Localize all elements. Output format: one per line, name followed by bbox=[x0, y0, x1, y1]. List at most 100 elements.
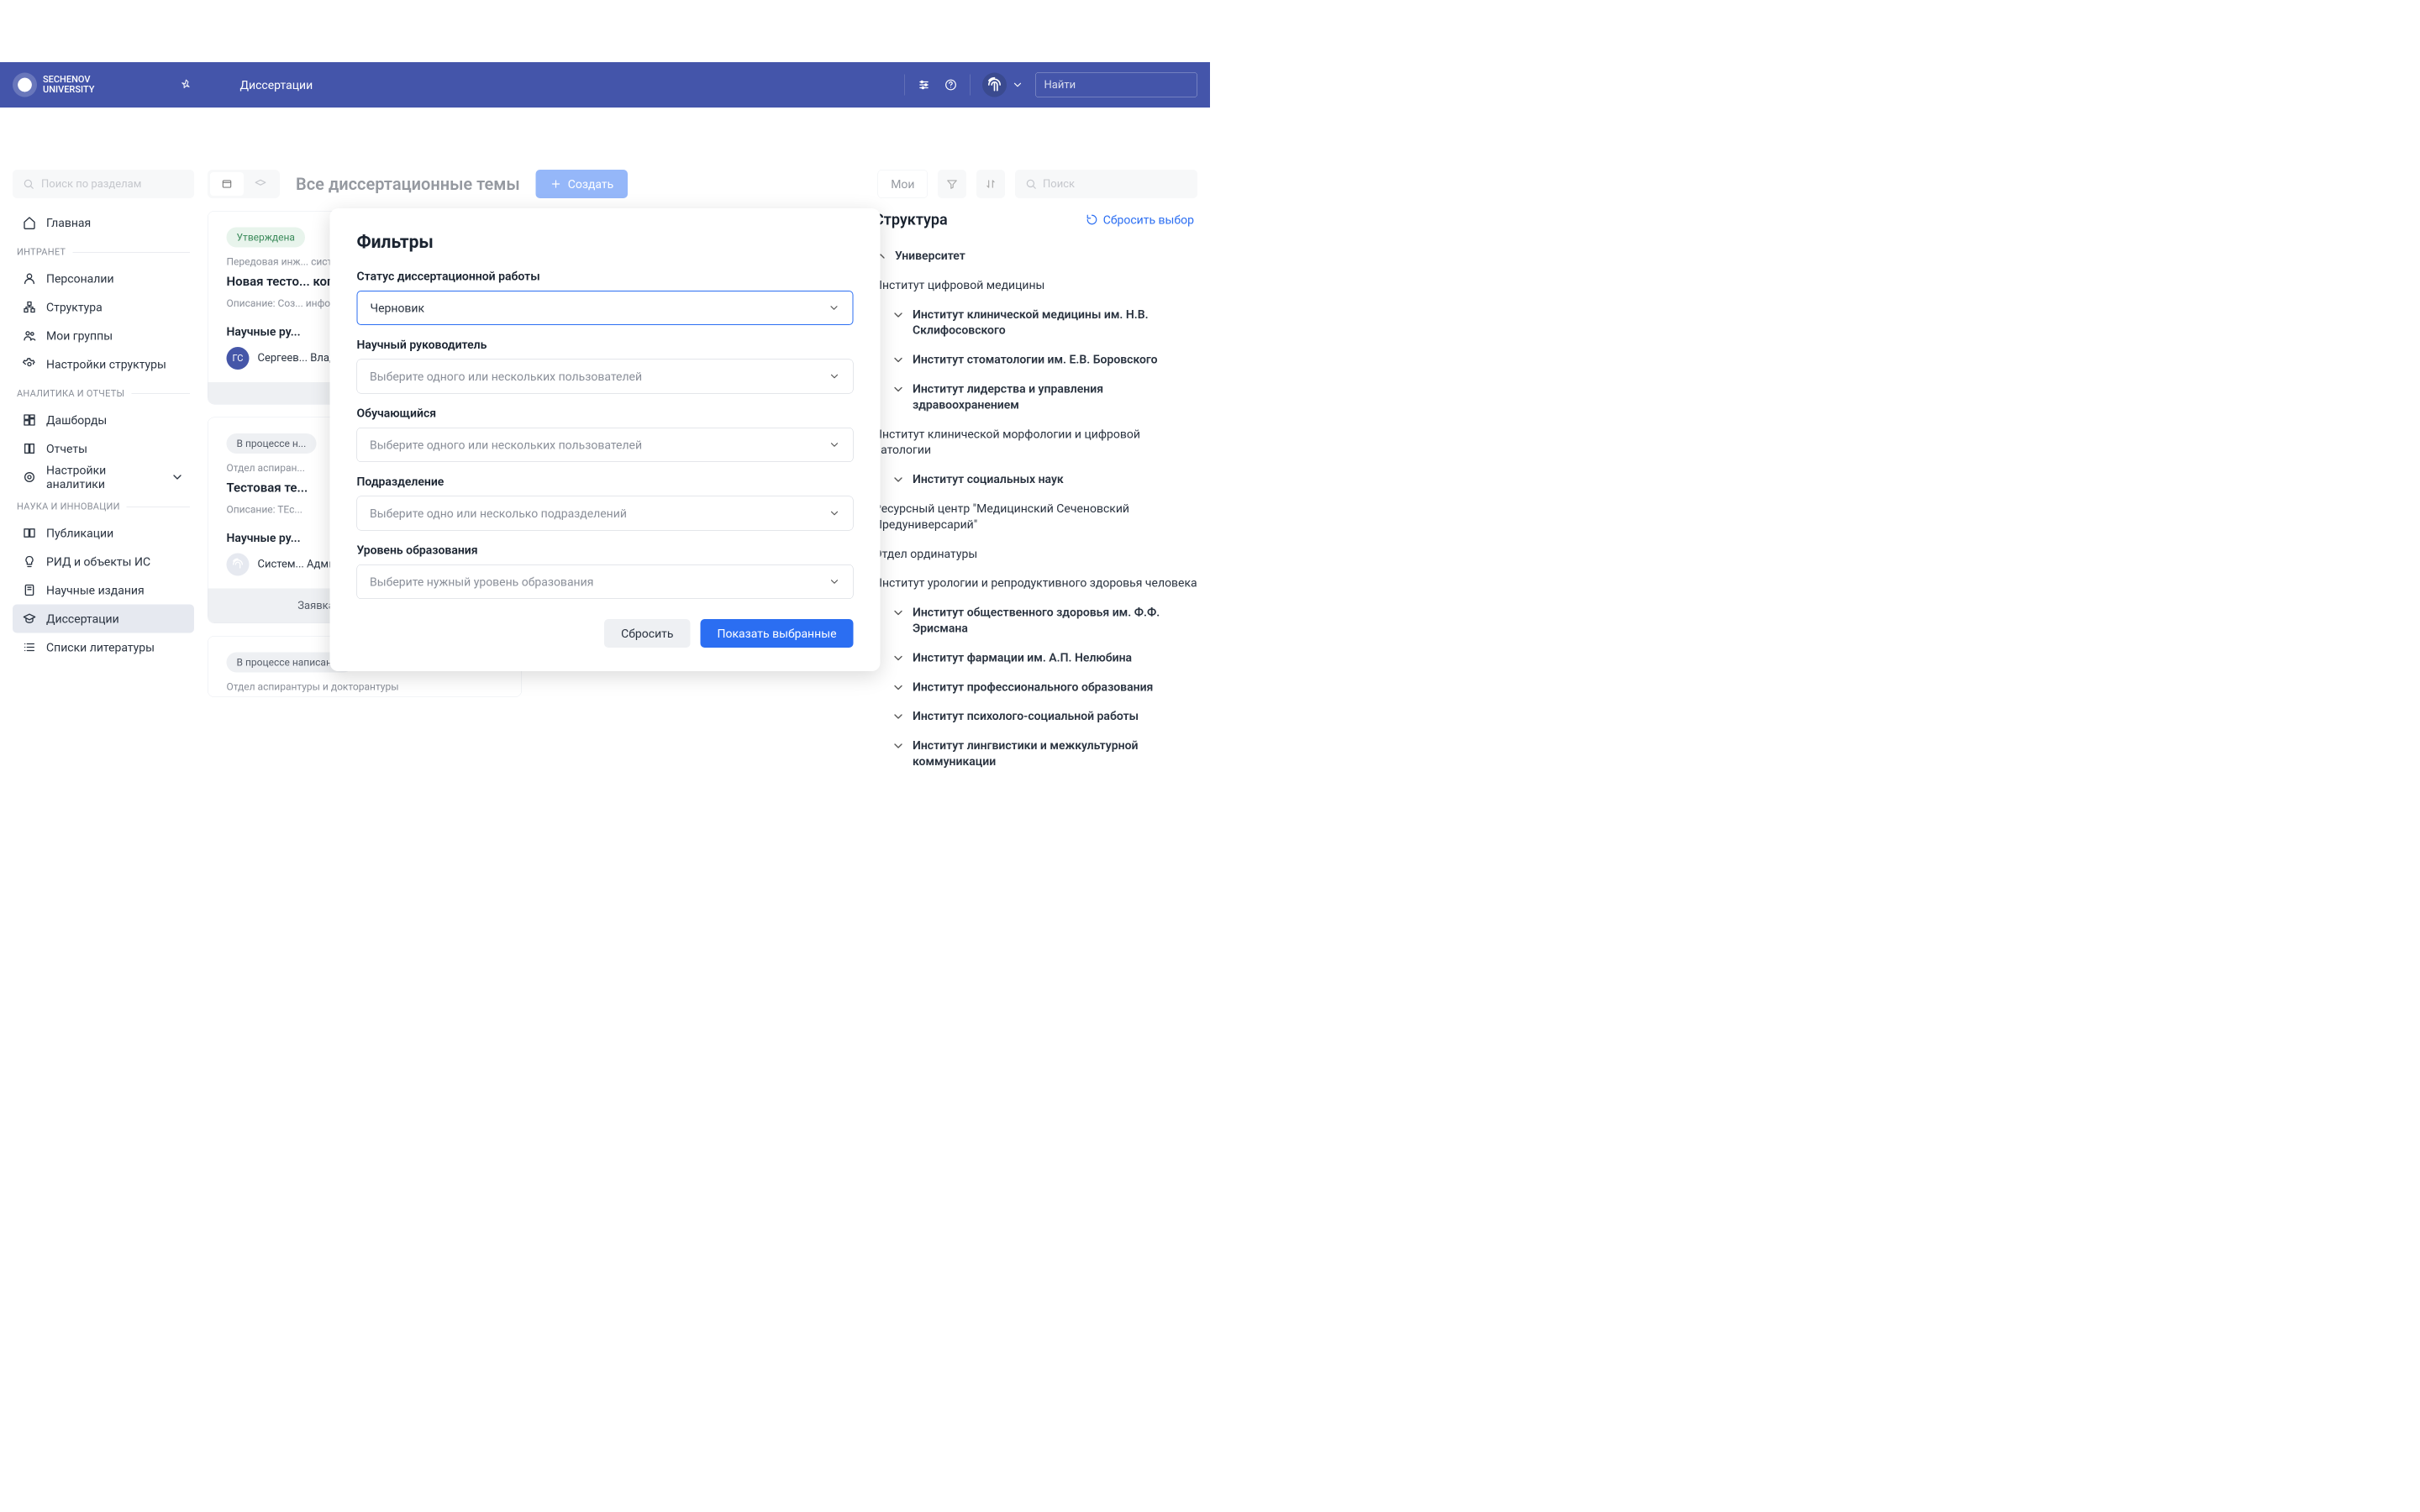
reset-selection-link[interactable]: Сбросить выбор bbox=[1086, 213, 1194, 227]
help-icon[interactable] bbox=[944, 77, 959, 92]
chevron-down-icon bbox=[892, 651, 905, 664]
status-select[interactable]: Черновик bbox=[357, 291, 854, 325]
sidebar-item-analytics-settings[interactable]: Настройки аналитики bbox=[13, 463, 194, 491]
sidebar-item-structure-settings[interactable]: Настройки структуры bbox=[13, 350, 194, 379]
tree-item[interactable]: Институт стоматологии им. Е.В. Боровског… bbox=[874, 345, 1197, 375]
tree-item[interactable]: Отдел ординатуры bbox=[874, 539, 1197, 569]
lightbulb-icon bbox=[23, 555, 36, 569]
tree-label: Институт лингвистики и межкультурной ком… bbox=[913, 738, 1197, 769]
student-select[interactable]: Выберите одного или нескольких пользоват… bbox=[357, 428, 854, 462]
tree-item[interactable]: Институт лингвистики и межкультурной ком… bbox=[874, 731, 1197, 776]
sidebar-item-label: Структура bbox=[46, 300, 103, 314]
dashboard-icon bbox=[23, 413, 36, 427]
chevron-down-icon bbox=[829, 507, 840, 519]
chevron-down-icon bbox=[829, 370, 840, 382]
tree-icon bbox=[23, 301, 36, 314]
tree-item[interactable]: Институт фармации им. А.П. Нелюбина bbox=[874, 643, 1197, 672]
sidebar-item-bib[interactable]: Списки литературы bbox=[13, 633, 194, 662]
sidebar-item-personas[interactable]: Персоналии bbox=[13, 265, 194, 293]
apply-filters-button[interactable]: Показать выбранные bbox=[701, 619, 854, 648]
select-placeholder: Выберите одно или несколько подразделени… bbox=[370, 507, 627, 521]
select-placeholder: Выберите одного или нескольких пользоват… bbox=[370, 438, 642, 452]
sidebar: Главная ИНТРАНЕТ Персоналии Структура Мо… bbox=[13, 170, 194, 662]
reset-icon bbox=[1086, 214, 1098, 226]
tree-item[interactable]: Институт цифровой медицины bbox=[874, 270, 1197, 300]
tree-item[interactable]: Институт урологии и репродуктивного здор… bbox=[874, 569, 1197, 598]
filter-label-student: Обучающийся bbox=[357, 407, 854, 421]
sidebar-item-home[interactable]: Главная bbox=[13, 208, 194, 237]
tree-item[interactable]: Институт клинической морфологии и цифров… bbox=[874, 419, 1197, 465]
select-value: Черновик bbox=[371, 301, 425, 315]
level-select[interactable]: Выберите нужный уровень образования bbox=[357, 564, 854, 599]
settings-sliders-icon[interactable] bbox=[917, 77, 932, 92]
tree-label: Институт урологии и репродуктивного здор… bbox=[874, 575, 1197, 591]
tree-item[interactable]: Институт психолого-социальной работы bbox=[874, 701, 1197, 731]
modal-title: Фильтры bbox=[357, 232, 854, 253]
structure-tree: УниверситетИнститут цифровой медицины Инс… bbox=[874, 241, 1197, 776]
chevron-down-icon bbox=[892, 382, 905, 396]
tree-item[interactable]: Институт лидерства и управления здравоох… bbox=[874, 374, 1197, 419]
modal-overlay[interactable]: Фильтры Статус диссертационной работы Че… bbox=[0, 124, 1210, 208]
supervisor-select[interactable]: Выберите одного или нескольких пользоват… bbox=[357, 360, 854, 394]
sidebar-item-dissertations[interactable]: Диссертации bbox=[13, 605, 194, 633]
sidebar-item-label: Главная bbox=[46, 216, 91, 230]
pin-icon[interactable] bbox=[178, 77, 193, 92]
sidebar-item-publications[interactable]: Публикации bbox=[13, 519, 194, 548]
chevron-down-icon bbox=[829, 302, 840, 314]
dept-select[interactable]: Выберите одно или несколько подразделени… bbox=[357, 496, 854, 531]
tree-label: Институт социальных наук bbox=[913, 471, 1064, 487]
sidebar-item-my-groups[interactable]: Мои группы bbox=[13, 322, 194, 350]
user-menu[interactable] bbox=[982, 73, 1023, 97]
tree-label: Институт психолого-социальной работы bbox=[913, 708, 1139, 724]
sidebar-item-journals[interactable]: Научные издания bbox=[13, 576, 194, 605]
chevron-down-icon bbox=[892, 354, 905, 367]
global-search-input[interactable] bbox=[1044, 79, 1185, 92]
tree-item[interactable]: Институт общественного здоровья им. Ф.Ф.… bbox=[874, 598, 1197, 643]
journal-icon bbox=[23, 584, 36, 597]
sidebar-item-label: Публикации bbox=[46, 526, 113, 540]
reset-filters-button[interactable]: Сбросить bbox=[604, 619, 690, 648]
tree-label: Институт профессионального образования bbox=[913, 679, 1153, 695]
avatar bbox=[982, 73, 1007, 97]
tree-item[interactable]: Университет bbox=[874, 241, 1197, 270]
tree-label: Отдел ординатуры bbox=[874, 546, 977, 562]
divider bbox=[904, 75, 905, 96]
tree-label: Институт лидерства и управления здравоох… bbox=[913, 381, 1197, 412]
tree-label: Институт фармации им. А.П. Нелюбина bbox=[913, 649, 1132, 665]
sidebar-item-label: Персоналии bbox=[46, 271, 114, 286]
avatar bbox=[227, 554, 250, 576]
sidebar-item-label: Списки литературы bbox=[46, 640, 155, 654]
chevron-down-icon bbox=[829, 439, 840, 451]
filter-label-dept: Подразделение bbox=[357, 475, 854, 489]
structure-panel: Структура Сбросить выбор УниверситетИнст… bbox=[874, 211, 1197, 776]
tree-item[interactable]: Институт социальных наук bbox=[874, 465, 1197, 494]
logo[interactable]: SECHENOV UNIVERSITY bbox=[13, 73, 94, 97]
structure-title: Структура bbox=[874, 211, 948, 228]
sidebar-item-structure[interactable]: Структура bbox=[13, 293, 194, 322]
avatar: ГС bbox=[227, 347, 250, 370]
tree-label: Институт клинической медицины им. Н.В. С… bbox=[913, 307, 1197, 339]
list-icon bbox=[23, 641, 36, 654]
tree-item[interactable]: Институт клинической медицины им. Н.В. С… bbox=[874, 300, 1197, 345]
chevron-down-icon bbox=[1012, 79, 1023, 91]
chevron-down-icon bbox=[892, 606, 905, 620]
gear-icon bbox=[23, 470, 36, 484]
status-badge: В процессе н... bbox=[227, 433, 317, 454]
sidebar-item-dashboards[interactable]: Дашборды bbox=[13, 406, 194, 434]
app-header: SECHENOV UNIVERSITY Диссертации bbox=[0, 62, 1210, 108]
chevron-down-icon bbox=[892, 710, 905, 723]
filter-label-level: Уровень образования bbox=[357, 543, 854, 558]
tree-label: Институт общественного здоровья им. Ф.Ф.… bbox=[913, 605, 1197, 637]
global-search[interactable] bbox=[1035, 72, 1197, 97]
chevron-down-icon bbox=[892, 308, 905, 322]
sidebar-section-intranet: ИНТРАНЕТ bbox=[13, 237, 194, 265]
sidebar-item-label: Настройки структуры bbox=[46, 357, 166, 371]
sidebar-item-rid[interactable]: РИД и объекты ИС bbox=[13, 548, 194, 576]
tree-label: Ресурсный центр "Медицинский Сеченовский… bbox=[874, 501, 1197, 533]
sidebar-item-label: Научные издания bbox=[46, 583, 145, 597]
tree-item[interactable]: Институт профессионального образования bbox=[874, 672, 1197, 701]
tree-item[interactable]: Ресурсный центр "Медицинский Сеченовский… bbox=[874, 494, 1197, 539]
sidebar-item-reports[interactable]: Отчеты bbox=[13, 434, 194, 463]
groups-icon bbox=[23, 329, 36, 343]
home-icon bbox=[23, 216, 36, 229]
